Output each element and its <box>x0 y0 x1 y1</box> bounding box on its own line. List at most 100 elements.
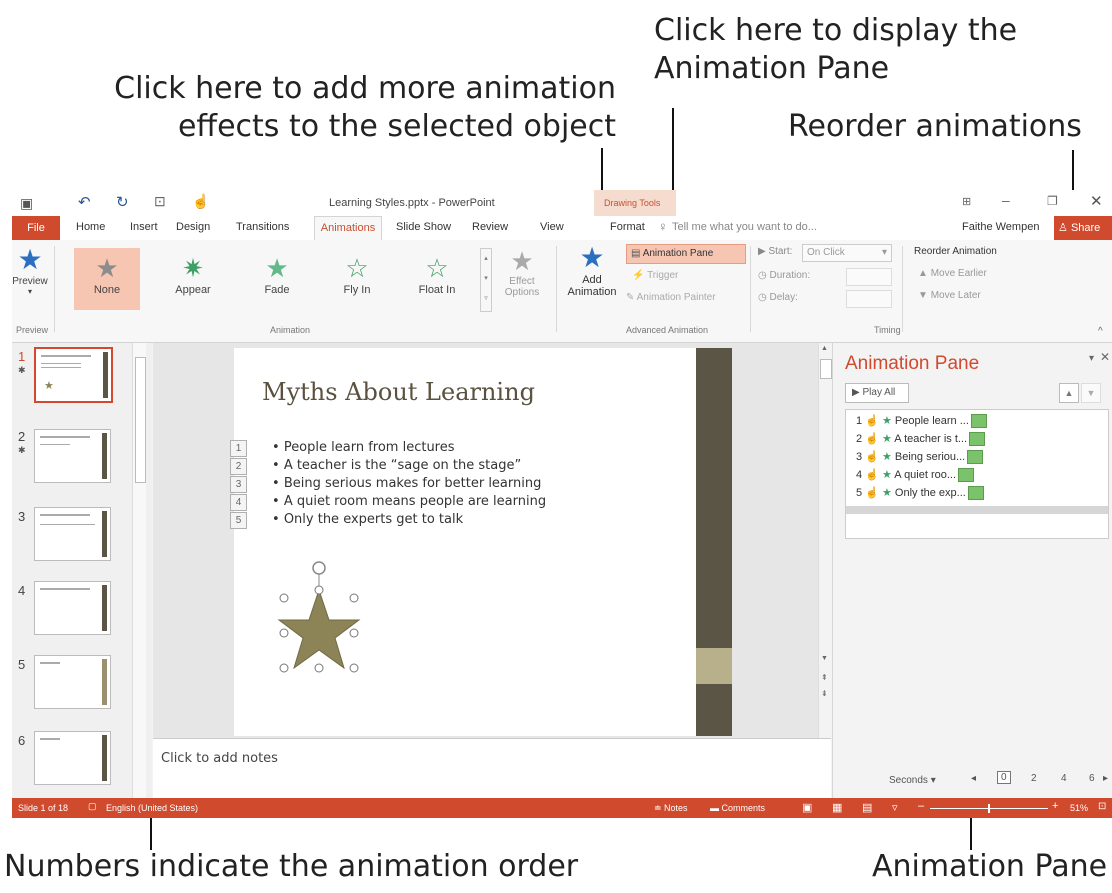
seconds-dropdown[interactable]: Seconds ▾ <box>889 775 936 786</box>
tab-home[interactable]: Home <box>76 221 105 233</box>
tab-design[interactable]: Design <box>176 221 210 233</box>
move-later-button[interactable]: ▼ Move Later <box>918 290 981 301</box>
notes-pane[interactable]: Click to add notes <box>153 738 831 799</box>
previous-slide-icon[interactable]: ⇞ <box>821 673 828 682</box>
spelling-icon[interactable]: ▢ <box>88 801 97 812</box>
pane-options-icon[interactable]: ▾ <box>1089 353 1094 364</box>
zoom-out-icon[interactable]: – <box>918 800 924 812</box>
touch-mode-icon[interactable]: ☝ <box>192 193 209 210</box>
next-slide-icon[interactable]: ⇟ <box>821 689 828 698</box>
sizing-handle[interactable] <box>349 663 359 673</box>
sizing-handle[interactable] <box>279 663 289 673</box>
thumbnail-slide-1[interactable]: ★ <box>34 347 113 403</box>
effect-options-button[interactable]: ★ Effect Options <box>500 246 544 316</box>
scroll-thumb[interactable] <box>820 359 832 379</box>
gallery-scroll[interactable]: ▴ ▾ ▿ <box>480 248 492 312</box>
animation-painter-button[interactable]: ✎ Animation Painter <box>626 292 716 303</box>
thumbnail-slide-5[interactable] <box>34 655 111 709</box>
timing-bar[interactable] <box>967 486 984 501</box>
user-name[interactable]: Faithe Wempen <box>962 221 1039 233</box>
rotate-handle-icon[interactable] <box>312 561 326 575</box>
tab-slide-show[interactable]: Slide Show <box>396 221 451 233</box>
scroll-thumb[interactable] <box>135 357 146 483</box>
save-icon[interactable]: ▣ <box>20 195 33 212</box>
thumbnail-scrollbar[interactable] <box>132 343 146 798</box>
move-down-button[interactable]: ▼ <box>1081 383 1101 403</box>
timing-bar[interactable] <box>958 468 975 483</box>
sizing-handle[interactable] <box>314 663 324 673</box>
trigger-button[interactable]: ⚡ Trigger <box>632 270 678 281</box>
thumbnail-slide-4[interactable] <box>34 581 111 635</box>
animation-number-tag[interactable]: 3 <box>230 476 247 493</box>
notes-placeholder[interactable]: Click to add notes <box>161 751 278 766</box>
language[interactable]: English (United States) <box>106 803 198 813</box>
scroll-up-icon[interactable]: ▲ <box>821 345 828 352</box>
thumbnail-slide-3[interactable] <box>34 507 111 561</box>
pane-close-icon[interactable]: ✕ <box>1100 350 1110 364</box>
animation-number-tag[interactable]: 5 <box>230 512 247 529</box>
share-button[interactable]: ♙ Share <box>1054 216 1112 240</box>
timeline-right-icon[interactable]: ▸ <box>1103 773 1108 784</box>
redo-icon[interactable]: ↻ <box>116 193 129 211</box>
animation-item-5[interactable]: 5 ☝ ★ Only the exp... <box>856 486 984 503</box>
sizing-handle[interactable] <box>279 628 289 638</box>
gallery-none[interactable]: ★ None <box>74 248 140 310</box>
undo-icon[interactable]: ↶ <box>78 193 91 211</box>
tab-animations[interactable]: Animations <box>314 216 382 240</box>
selected-star-shape[interactable] <box>274 558 364 678</box>
comments-button[interactable]: ▬ Comments <box>710 803 765 813</box>
slide-sorter-icon[interactable]: ▦ <box>832 801 842 814</box>
fit-to-window-icon[interactable]: ⊡ <box>1098 801 1106 812</box>
zoom-slider[interactable] <box>930 804 1048 813</box>
normal-view-icon[interactable]: ▣ <box>802 801 812 814</box>
sizing-handle[interactable] <box>314 585 324 595</box>
timing-bar[interactable] <box>970 414 987 429</box>
start-select[interactable]: On Click ▾ <box>802 244 892 262</box>
gallery-fade[interactable]: ★ Fade <box>246 248 308 310</box>
animation-pane-button[interactable]: ▤ Animation Pane <box>626 244 746 264</box>
tab-view[interactable]: View <box>540 221 564 233</box>
ribbon-display-icon[interactable]: ⊞ <box>962 195 971 208</box>
tab-review[interactable]: Review <box>472 221 508 233</box>
thumbnail-slide-2[interactable] <box>34 429 111 483</box>
preview-button[interactable]: ★ Preview ▾ <box>12 244 48 314</box>
collapse-ribbon-icon[interactable]: ^ <box>1098 326 1103 337</box>
gallery-float-in[interactable]: ☆ Float In <box>406 248 468 310</box>
zoom-slider-thumb[interactable] <box>988 804 990 813</box>
timeline-ruler[interactable]: ◂ 0 2 4 6 ▸ <box>971 771 1111 789</box>
add-animation-button[interactable]: ★ Add Animation <box>564 242 620 318</box>
animation-number-tag[interactable]: 2 <box>230 458 247 475</box>
minimize-icon[interactable]: – <box>1002 192 1010 208</box>
list-collapse-bar[interactable] <box>846 506 1108 514</box>
slide-canvas[interactable]: Myths About Learning 1 • People learn fr… <box>230 348 732 736</box>
zoom-in-icon[interactable]: + <box>1052 800 1058 812</box>
close-icon[interactable]: ✕ <box>1090 192 1103 210</box>
move-up-button[interactable]: ▲ <box>1059 383 1079 403</box>
slide-title[interactable]: Myths About Learning <box>262 378 535 406</box>
sizing-handle[interactable] <box>279 593 289 603</box>
zoom-level[interactable]: 51% <box>1070 803 1088 813</box>
play-all-button[interactable]: ▶ Play All <box>845 383 909 403</box>
timing-bar[interactable] <box>969 432 986 447</box>
slideshow-view-icon[interactable]: ▿ <box>892 801 898 814</box>
reading-view-icon[interactable]: ▤ <box>862 801 872 814</box>
tab-format[interactable]: Format <box>610 221 645 233</box>
animation-item-4[interactable]: 4 ☝ ★ A quiet roo... <box>856 468 975 485</box>
animation-item-1[interactable]: 1 ☝ ★ People learn ... <box>856 414 987 431</box>
restore-icon[interactable]: ❐ <box>1047 194 1058 208</box>
animation-item-3[interactable]: 3 ☝ ★ Being seriou... <box>856 450 984 467</box>
tab-transitions[interactable]: Transitions <box>236 221 289 233</box>
timing-bar[interactable] <box>967 450 984 465</box>
thumbnail-slide-6[interactable] <box>34 731 111 785</box>
timeline-left-icon[interactable]: ◂ <box>971 773 976 784</box>
tab-insert[interactable]: Insert <box>130 221 158 233</box>
move-earlier-button[interactable]: ▲ Move Earlier <box>918 268 987 279</box>
gallery-appear[interactable]: ✷ Appear <box>162 248 224 310</box>
scroll-down-icon[interactable]: ▼ <box>821 655 828 662</box>
notes-button[interactable]: ≐ Notes <box>654 803 688 814</box>
tell-me-box[interactable]: Tell me what you want to do... <box>672 221 817 233</box>
sizing-handle[interactable] <box>349 593 359 603</box>
sizing-handle[interactable] <box>349 628 359 638</box>
duration-spinner[interactable] <box>846 268 892 286</box>
presentation-icon[interactable]: ⊡ <box>154 193 166 210</box>
